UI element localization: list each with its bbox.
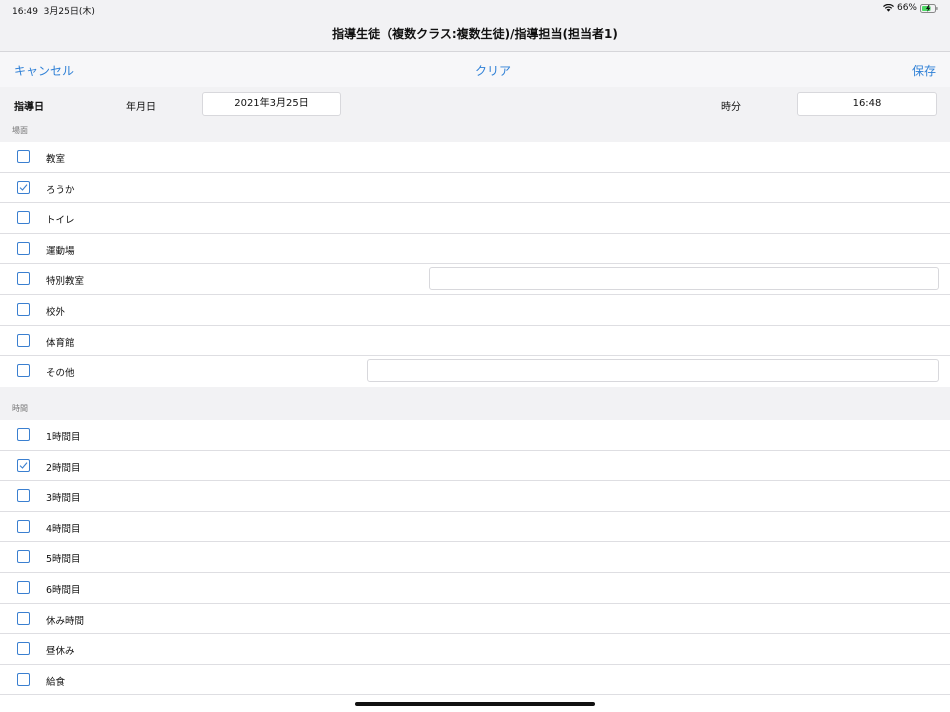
checkbox-checked[interactable] <box>17 180 30 194</box>
list-item-label: その他 <box>46 368 75 380</box>
list-item-label: 特別教室 <box>46 276 85 288</box>
list-item-label: 3時間目 <box>46 493 81 505</box>
date-label: 年月日 <box>126 102 156 113</box>
checkbox[interactable] <box>17 489 30 503</box>
checkbox[interactable] <box>17 672 30 686</box>
status-time: 16:49 3月25日(木) <box>12 4 95 17</box>
status-clock: 16:49 <box>12 7 38 17</box>
place-list: 教室ろうかトイレ運動場特別教室校外体育館その他 <box>0 142 950 387</box>
status-date: 3月25日(木) <box>43 7 95 17</box>
list-item[interactable]: 6時間目 <box>0 572 950 604</box>
guidance-date-label: 指導日 <box>14 102 44 113</box>
status-indicators: 66% <box>882 3 938 13</box>
list-item-label: 5時間目 <box>46 554 81 566</box>
list-item-label: 体育館 <box>46 337 75 349</box>
list-item[interactable]: 2時間目 <box>0 450 950 482</box>
checkbox[interactable] <box>17 364 30 378</box>
toolbar: キャンセル クリア 保存 <box>0 52 950 87</box>
cancel-button[interactable]: キャンセル <box>14 62 74 79</box>
list-item-label: 校外 <box>46 306 66 318</box>
list-item[interactable]: トイレ <box>0 203 950 234</box>
list-item-label: トイレ <box>46 215 75 227</box>
section-header-period: 時間 <box>0 387 950 420</box>
checkbox[interactable] <box>17 241 30 255</box>
wifi-icon <box>882 4 894 12</box>
list-item[interactable]: 4時間目 <box>0 511 950 543</box>
list-item[interactable]: 昼休み <box>0 634 950 665</box>
checkbox[interactable] <box>17 302 30 316</box>
list-item[interactable]: 特別教室 <box>0 264 950 295</box>
section-header-label: 時間 <box>12 404 28 413</box>
clear-button[interactable]: クリア <box>475 62 511 79</box>
home-indicator <box>355 702 595 706</box>
list-item[interactable]: ろうか <box>0 172 950 204</box>
list-item-label: ろうか <box>46 184 75 196</box>
checkbox[interactable] <box>17 150 30 163</box>
battery-charging-icon <box>920 3 938 13</box>
list-item-label: 教室 <box>46 154 66 165</box>
list-item[interactable]: 教室 <box>0 142 950 173</box>
section-header-label: 場面 <box>12 126 28 135</box>
detail-text-input[interactable] <box>429 267 939 291</box>
list-item-label: 運動場 <box>46 245 75 257</box>
checkbox[interactable] <box>17 550 30 564</box>
list-item[interactable]: 1時間目 <box>0 420 950 451</box>
save-button[interactable]: 保存 <box>912 62 936 79</box>
checkbox[interactable] <box>17 611 30 625</box>
checkbox[interactable] <box>17 642 30 656</box>
time-label: 時分 <box>721 102 741 113</box>
list-item-label: 給食 <box>46 676 66 688</box>
list-item-label: 昼休み <box>46 646 75 658</box>
list-item[interactable]: その他 <box>0 356 950 387</box>
checkmark-icon <box>19 461 28 469</box>
section-header-place: 場面 <box>0 120 950 142</box>
list-item-label: 6時間目 <box>46 584 81 596</box>
checkbox[interactable] <box>17 211 30 225</box>
list-item[interactable]: 5時間目 <box>0 542 950 573</box>
list-item-label: 4時間目 <box>46 523 81 535</box>
list-item-label: 2時間目 <box>46 462 81 474</box>
checkmark-icon <box>19 183 28 191</box>
battery-percent: 66% <box>896 3 917 13</box>
guidance-date-row: 指導日 年月日 2021年3月25日 時分 16:48 <box>0 87 950 120</box>
checkbox[interactable] <box>17 580 30 594</box>
list-item[interactable]: 運動場 <box>0 233 950 265</box>
list-item[interactable]: 給食 <box>0 664 950 696</box>
list-item[interactable]: 休み時間 <box>0 603 950 635</box>
period-list: 1時間目 2時間目 3時間目 4時間目 5時間目 6時間目休み時間昼休み給食 <box>0 420 950 696</box>
time-picker-field[interactable]: 16:48 <box>797 92 937 116</box>
status-bar: 16:49 3月25日(木) 66% <box>0 0 950 18</box>
checkbox-checked[interactable] <box>17 458 30 472</box>
list-item-label: 1時間目 <box>46 432 81 443</box>
list-item-label: 休み時間 <box>46 615 85 627</box>
list-item[interactable]: 体育館 <box>0 325 950 357</box>
list-item[interactable]: 3時間目 <box>0 481 950 512</box>
page-title: 指導生徒（複数クラス:複数生徒)/指導担当(担当者1) <box>0 18 950 52</box>
list-item[interactable]: 校外 <box>0 294 950 326</box>
date-picker-field[interactable]: 2021年3月25日 <box>202 92 341 116</box>
checkbox[interactable] <box>17 333 30 347</box>
checkbox[interactable] <box>17 519 30 533</box>
checkbox[interactable] <box>17 428 30 441</box>
detail-text-input[interactable] <box>367 359 939 383</box>
checkbox[interactable] <box>17 272 30 286</box>
